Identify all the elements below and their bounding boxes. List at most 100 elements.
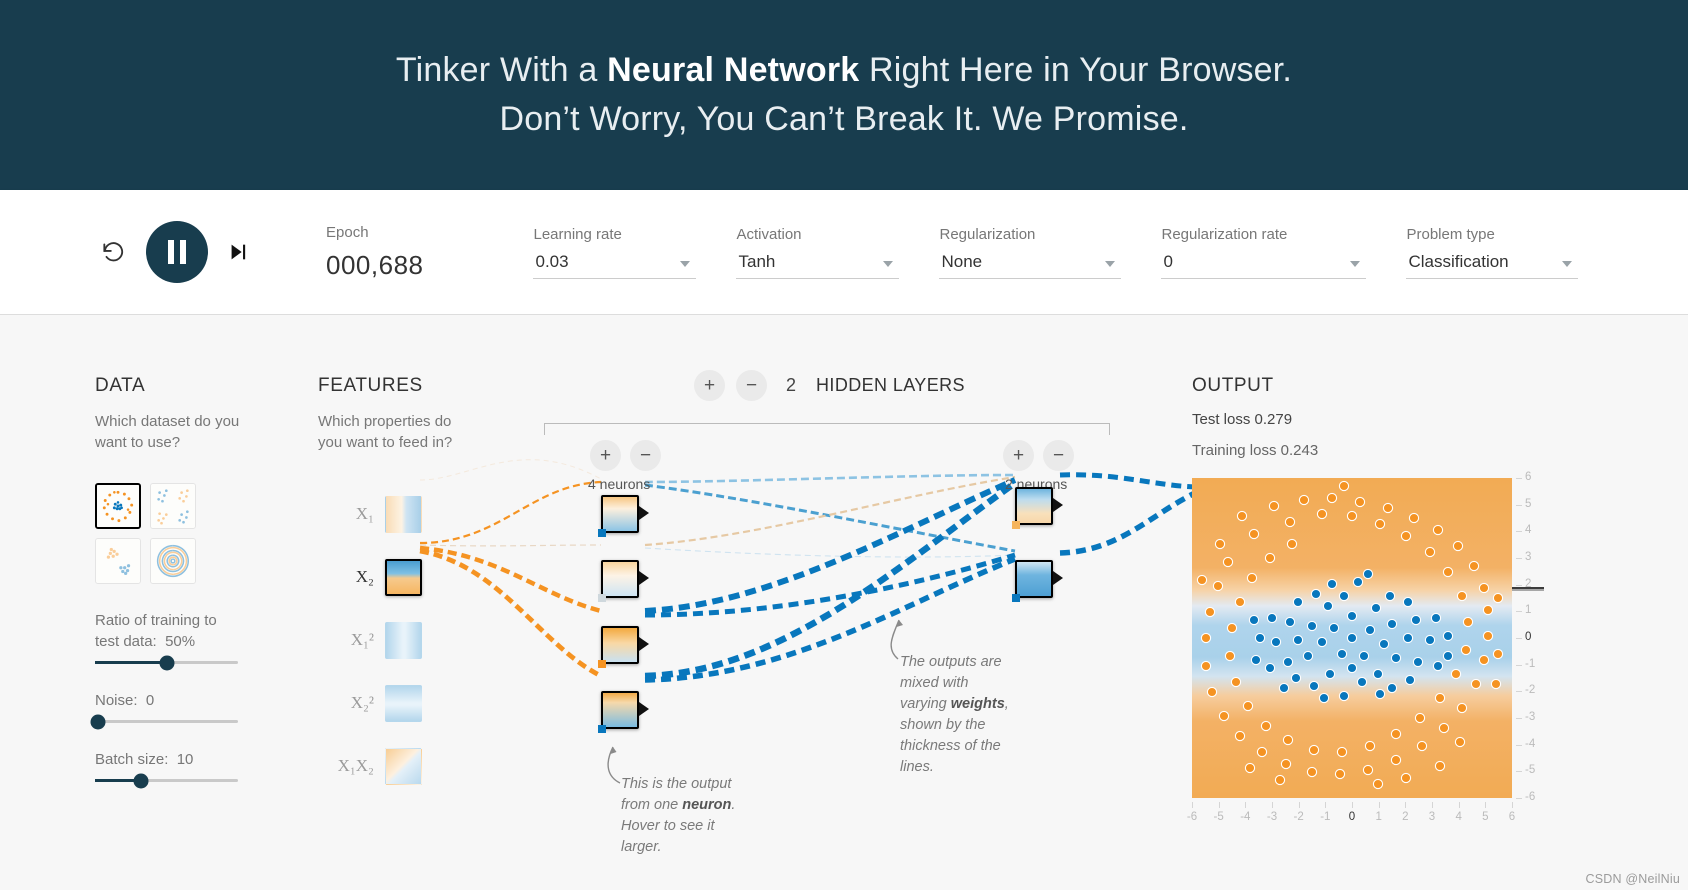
- annotation-weights: The outputs are mixed with varying weigh…: [900, 652, 1010, 778]
- y-tick-mark: [1516, 558, 1522, 559]
- feature-row-x1-squared[interactable]: X₁²: [330, 619, 422, 661]
- add-neuron-layer1-button[interactable]: +: [590, 440, 621, 471]
- step-forward-icon[interactable]: [226, 240, 250, 264]
- heatmap-y-axis: 6 5 4 3 2 1 0 -1 -2 -3 -4 -5 -6: [1516, 470, 1542, 806]
- play-pause-button[interactable]: [146, 221, 208, 283]
- layer2-controls: + −: [1003, 440, 1074, 471]
- activation-select[interactable]: Tanh: [736, 252, 900, 279]
- x-tick-label: 0: [1348, 811, 1356, 823]
- regularization-rate-select[interactable]: 0: [1161, 251, 1367, 279]
- feature-thumb-x2-squared[interactable]: [385, 684, 422, 722]
- remove-layer-button[interactable]: −: [736, 370, 767, 401]
- neuron-l1-n4[interactable]: [601, 691, 639, 729]
- ratio-slider-knob[interactable]: [159, 655, 174, 670]
- neuron-l2-n2-arrow: [1053, 571, 1063, 585]
- regularization-select[interactable]: None: [939, 252, 1122, 279]
- feature-row-x2-squared[interactable]: X₂²: [330, 682, 422, 724]
- neuron-l1-n2-bias: [598, 594, 606, 602]
- add-neuron-layer2-button[interactable]: +: [1003, 440, 1034, 471]
- batch-slider-knob[interactable]: [133, 773, 149, 788]
- y-tick-mark: [1516, 584, 1522, 586]
- ratio-slider-label: Ratio of training to test data: 50%: [95, 610, 238, 652]
- x-tick-mark: [1325, 802, 1327, 808]
- neuron-l1-n1[interactable]: [601, 495, 639, 533]
- feature-thumb-x1x2[interactable]: [385, 747, 422, 785]
- data-panel: DATA Which dataset do you want to use? R…: [90, 375, 255, 788]
- problem-type-select[interactable]: Classification: [1406, 252, 1579, 279]
- watermark: CSDN @NeilNiu: [1585, 872, 1680, 886]
- neuron-l2-n1[interactable]: [1015, 487, 1053, 525]
- y-tick-label: 6: [1525, 471, 1532, 483]
- remove-neuron-layer2-button[interactable]: −: [1043, 440, 1074, 471]
- learning-rate-select[interactable]: 0.03: [533, 252, 697, 279]
- output-heatmap[interactable]: [1192, 478, 1512, 798]
- feature-thumb-x2[interactable]: [385, 558, 422, 596]
- feature-label-x2: X₂: [355, 567, 374, 586]
- neuron-l1-n3-bias: [598, 660, 606, 668]
- y-tick-label: 1: [1525, 604, 1532, 617]
- layer1-controls: + −: [590, 440, 661, 471]
- x-tick-mark: [1218, 802, 1220, 808]
- y-tick-mark: [1516, 798, 1522, 799]
- main-content: DATA Which dataset do you want to use? R…: [0, 315, 1688, 890]
- problem-type-control: Problem type Classification: [1406, 225, 1579, 279]
- header-title-bold: Neural Network: [607, 50, 860, 89]
- features-panel-title: FEATURES: [318, 375, 423, 396]
- feature-label-x1: X₁: [355, 504, 374, 523]
- noise-value: 0: [145, 692, 155, 709]
- feature-thumb-x1[interactable]: [385, 495, 422, 533]
- feature-row-x1[interactable]: X₁: [330, 493, 422, 535]
- x-tick-label: -3: [1266, 811, 1278, 823]
- batch-label-text: Batch size:: [95, 751, 169, 768]
- dataset-thumb-spiral[interactable]: [150, 538, 196, 584]
- dataset-thumb-circle[interactable]: [95, 483, 141, 529]
- neuron-l1-n2-arrow: [639, 571, 649, 585]
- test-loss-line: Test loss 0.279: [1192, 411, 1318, 428]
- ratio-label-text: Ratio of training to test data:: [95, 612, 217, 650]
- regularization-control: Regularization None: [939, 226, 1122, 279]
- data-panel-title: DATA: [95, 375, 146, 396]
- playback-controls: [98, 221, 250, 283]
- x-tick-label: 5: [1482, 811, 1489, 823]
- feature-row-x1x2[interactable]: X₁X₂: [330, 745, 422, 787]
- x-tick-mark: [1245, 802, 1247, 808]
- noise-slider[interactable]: [90, 714, 238, 729]
- neuron-l1-n4-arrow: [639, 702, 649, 716]
- batch-size-slider[interactable]: [95, 773, 238, 788]
- feature-thumb-x1-squared[interactable]: [385, 621, 422, 659]
- x-tick-label: 3: [1428, 811, 1436, 823]
- x-tick-label: 4: [1455, 811, 1462, 823]
- page-header: Tinker With a Neural Network Right Here …: [0, 0, 1688, 190]
- neuron-l1-n2[interactable]: [601, 560, 639, 598]
- neuron-l2-n2[interactable]: [1015, 560, 1053, 598]
- add-layer-button[interactable]: +: [694, 370, 725, 401]
- feature-row-x2[interactable]: X₂: [330, 556, 422, 598]
- dataset-thumb-gaussian[interactable]: [95, 538, 141, 584]
- features-panel-subtitle: Which properties do you want to feed in?: [318, 413, 453, 451]
- features-panel: FEATURES Which properties do you want to…: [318, 375, 468, 453]
- learning-rate-label: Learning rate: [533, 225, 622, 243]
- y-tick-mark: [1516, 504, 1522, 506]
- regularization-rate-value: 0: [1163, 251, 1173, 271]
- noise-slider-block: Noise: 0: [90, 690, 238, 729]
- regularization-rate-label: Regularization rate: [1161, 225, 1288, 243]
- x-tick-mark: [1378, 802, 1380, 808]
- problem-type-label: Problem type: [1406, 225, 1495, 243]
- annotation-weights-bold: weights: [950, 696, 1005, 713]
- ratio-slider[interactable]: [95, 655, 238, 670]
- x-tick-mark: [1485, 802, 1487, 808]
- neuron-l1-n3[interactable]: [601, 626, 639, 664]
- hidden-layers-label: HIDDEN LAYERS: [816, 375, 965, 395]
- remove-neuron-layer1-button[interactable]: −: [630, 440, 661, 471]
- epoch-display: Epoch 000,688: [326, 224, 423, 281]
- x-tick-mark: [1298, 802, 1300, 808]
- y-tick-label: 2: [1525, 577, 1532, 590]
- regularization-rate-control: Regularization rate 0: [1161, 225, 1367, 279]
- feature-label-x1-squared: X₁²: [350, 630, 374, 649]
- activation-control: Activation Tanh: [736, 226, 900, 279]
- neuron-l1-n1-arrow: [639, 506, 649, 520]
- y-tick-label: -5: [1525, 764, 1536, 777]
- reset-icon[interactable]: [98, 237, 128, 267]
- dataset-thumb-exclusive-or[interactable]: [150, 483, 196, 529]
- noise-slider-knob[interactable]: [90, 714, 106, 729]
